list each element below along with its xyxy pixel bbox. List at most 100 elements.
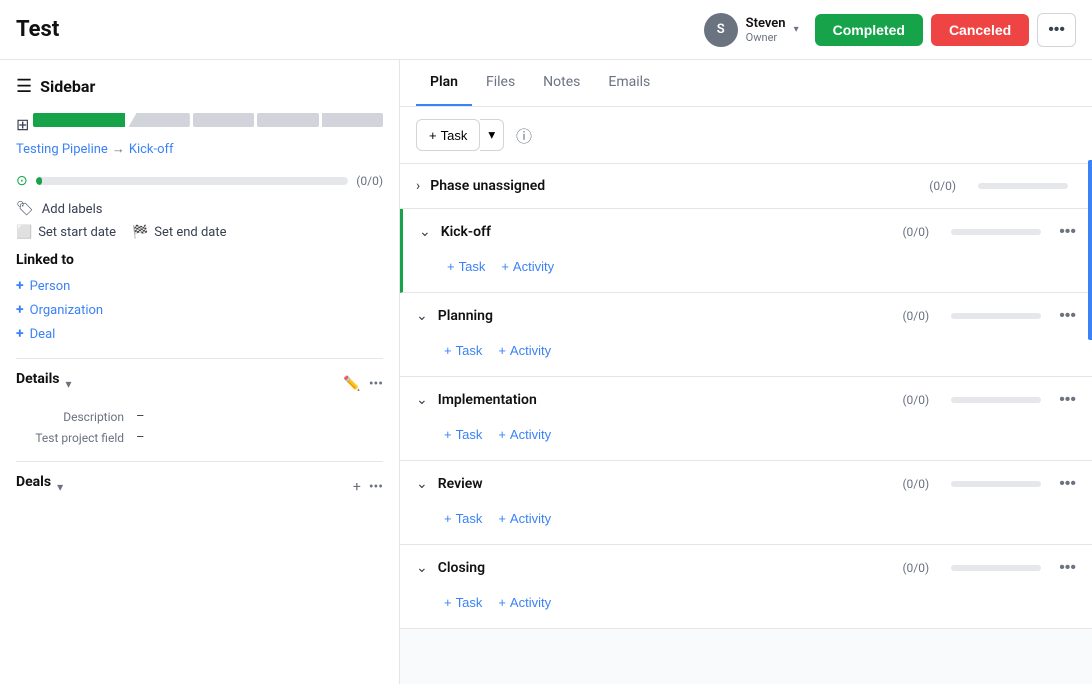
phase-planning-progress bbox=[951, 313, 1041, 319]
blue-scroll-bar bbox=[1088, 160, 1092, 340]
phase-review: ⌄ Review (0/0) ••• + Task + Activity bbox=[400, 461, 1092, 545]
phase-closing-header: ⌄ Closing (0/0) ••• bbox=[400, 545, 1092, 591]
phase-unassigned-progress bbox=[978, 183, 1068, 189]
tabs-bar: Plan Files Notes Emails bbox=[400, 60, 1092, 107]
plus-icon: + bbox=[498, 511, 506, 526]
start-date-icon: ⬜ bbox=[16, 225, 32, 240]
phase-review-name: Review bbox=[438, 476, 893, 492]
add-deal-icon[interactable]: + bbox=[353, 479, 361, 495]
content-area: Plan Files Notes Emails + Task ▾ ⓘ bbox=[400, 60, 1092, 684]
phase-planning-more-button[interactable]: ••• bbox=[1059, 307, 1076, 325]
breadcrumb-separator: → bbox=[112, 141, 125, 157]
tab-emails[interactable]: Emails bbox=[594, 60, 664, 106]
add-labels-row[interactable]: 🏷 Add labels bbox=[16, 201, 383, 217]
plus-icon: + bbox=[501, 259, 509, 274]
kickoff-add-activity-button[interactable]: + Activity bbox=[501, 255, 554, 278]
chevron-down-icon[interactable]: ⌄ bbox=[416, 392, 428, 408]
tab-notes[interactable]: Notes bbox=[529, 60, 594, 106]
organization-label: Organization bbox=[30, 303, 103, 318]
more-icon[interactable]: ••• bbox=[369, 376, 383, 392]
deals-actions: + ••• bbox=[353, 479, 383, 495]
user-role: Owner bbox=[746, 31, 786, 44]
phase-implementation-count: (0/0) bbox=[902, 393, 929, 407]
closing-add-activity-button[interactable]: + Activity bbox=[498, 591, 551, 614]
user-info[interactable]: S Steven Owner ▾ bbox=[696, 9, 807, 51]
closing-add-task-button[interactable]: + Task bbox=[444, 591, 482, 614]
phase-unassigned-name: Phase unassigned bbox=[430, 178, 919, 194]
review-add-task-button[interactable]: + Task bbox=[444, 507, 482, 530]
planning-add-task-button[interactable]: + Task bbox=[444, 339, 482, 362]
linked-organization[interactable]: + Organization bbox=[16, 302, 383, 318]
plus-icon: + bbox=[444, 427, 452, 442]
description-row: Description – bbox=[16, 409, 383, 424]
implementation-add-activity-button[interactable]: + Activity bbox=[498, 423, 551, 446]
chevron-down-icon[interactable]: ⌄ bbox=[416, 308, 428, 324]
phase-closing-body: + Task + Activity bbox=[400, 591, 1092, 628]
pipeline-current[interactable]: Kick-off bbox=[129, 142, 174, 157]
end-date-label[interactable]: Set end date bbox=[154, 225, 226, 240]
review-add-activity-button[interactable]: + Activity bbox=[498, 507, 551, 530]
pipeline-segment-2 bbox=[193, 113, 254, 127]
phase-planning: ⌄ Planning (0/0) ••• + Task + Activi bbox=[400, 293, 1092, 377]
phase-planning-body: + Task + Activity bbox=[400, 339, 1092, 376]
chevron-down-icon[interactable]: ⌄ bbox=[419, 224, 431, 240]
phase-unassigned-count: (0/0) bbox=[929, 179, 956, 193]
chevron-down-icon[interactable]: ⌄ bbox=[416, 476, 428, 492]
phase-kickoff-body: + Task + Activity bbox=[403, 255, 1092, 292]
app-header: Test S Steven Owner ▾ Completed Canceled… bbox=[0, 0, 1092, 60]
add-task-button[interactable]: + Task bbox=[416, 119, 480, 151]
plus-icon: + bbox=[16, 278, 24, 294]
chevron-right-icon[interactable]: › bbox=[416, 178, 420, 194]
start-date-label[interactable]: Set start date bbox=[38, 225, 116, 240]
hamburger-icon[interactable]: ☰ bbox=[16, 76, 32, 97]
canceled-button[interactable]: Canceled bbox=[931, 14, 1029, 46]
chevron-down-icon[interactable]: ⌄ bbox=[416, 560, 428, 576]
deals-title: Deals bbox=[16, 474, 51, 490]
phase-implementation-progress bbox=[951, 397, 1041, 403]
phase-implementation-more-button[interactable]: ••• bbox=[1059, 391, 1076, 409]
linked-person[interactable]: + Person bbox=[16, 278, 383, 294]
task-label: Task bbox=[456, 343, 483, 358]
pipeline-link[interactable]: Testing Pipeline bbox=[16, 142, 108, 157]
phase-planning-count: (0/0) bbox=[902, 309, 929, 323]
user-name: Steven bbox=[746, 16, 786, 31]
plus-icon: + bbox=[447, 259, 455, 274]
more-options-button[interactable]: ••• bbox=[1037, 13, 1076, 47]
sidebar-title: Sidebar bbox=[40, 77, 95, 96]
progress-row: ⊙ (0/0) bbox=[16, 173, 383, 189]
phase-review-more-button[interactable]: ••• bbox=[1059, 475, 1076, 493]
phase-planning-name: Planning bbox=[438, 308, 893, 324]
tab-files[interactable]: Files bbox=[472, 60, 529, 106]
add-labels-text[interactable]: Add labels bbox=[42, 202, 103, 217]
completed-button[interactable]: Completed bbox=[815, 14, 923, 46]
details-title-row: Details ▾ bbox=[16, 371, 72, 397]
phase-review-progress bbox=[951, 481, 1041, 487]
tab-plan[interactable]: Plan bbox=[416, 60, 472, 106]
implementation-add-task-button[interactable]: + Task bbox=[444, 423, 482, 446]
sidebar-header: ☰ Sidebar bbox=[16, 76, 383, 97]
kickoff-add-task-button[interactable]: + Task bbox=[447, 255, 485, 278]
pipeline-segment-active bbox=[33, 113, 125, 127]
set-start-date[interactable]: ⬜ Set start date bbox=[16, 225, 116, 240]
task-label: Task bbox=[456, 511, 483, 526]
set-end-date[interactable]: 🏁 Set end date bbox=[132, 225, 226, 240]
phase-closing-more-button[interactable]: ••• bbox=[1059, 559, 1076, 577]
pipeline-bar bbox=[33, 113, 383, 127]
header-actions: S Steven Owner ▾ Completed Canceled ••• bbox=[696, 9, 1076, 51]
plus-icon: + bbox=[498, 427, 506, 442]
phase-kickoff-more-button[interactable]: ••• bbox=[1059, 223, 1076, 241]
details-header: Details ▾ ✏️ ••• bbox=[16, 371, 383, 397]
linked-deal[interactable]: + Deal bbox=[16, 326, 383, 342]
edit-icon[interactable]: ✏️ bbox=[343, 376, 360, 392]
phase-closing-name: Closing bbox=[438, 560, 893, 576]
more-deal-icon[interactable]: ••• bbox=[369, 479, 383, 495]
planning-add-activity-button[interactable]: + Activity bbox=[498, 339, 551, 362]
phase-review-body: + Task + Activity bbox=[400, 507, 1092, 544]
label-icon: 🏷 bbox=[16, 201, 34, 217]
deals-header: Deals ▾ + ••• bbox=[16, 474, 383, 500]
info-button[interactable]: ⓘ bbox=[512, 119, 536, 151]
avatar: S bbox=[704, 13, 738, 47]
task-dropdown-button[interactable]: ▾ bbox=[480, 119, 504, 151]
caret-down-icon: ▾ bbox=[488, 127, 495, 142]
plus-icon: + bbox=[16, 302, 24, 318]
